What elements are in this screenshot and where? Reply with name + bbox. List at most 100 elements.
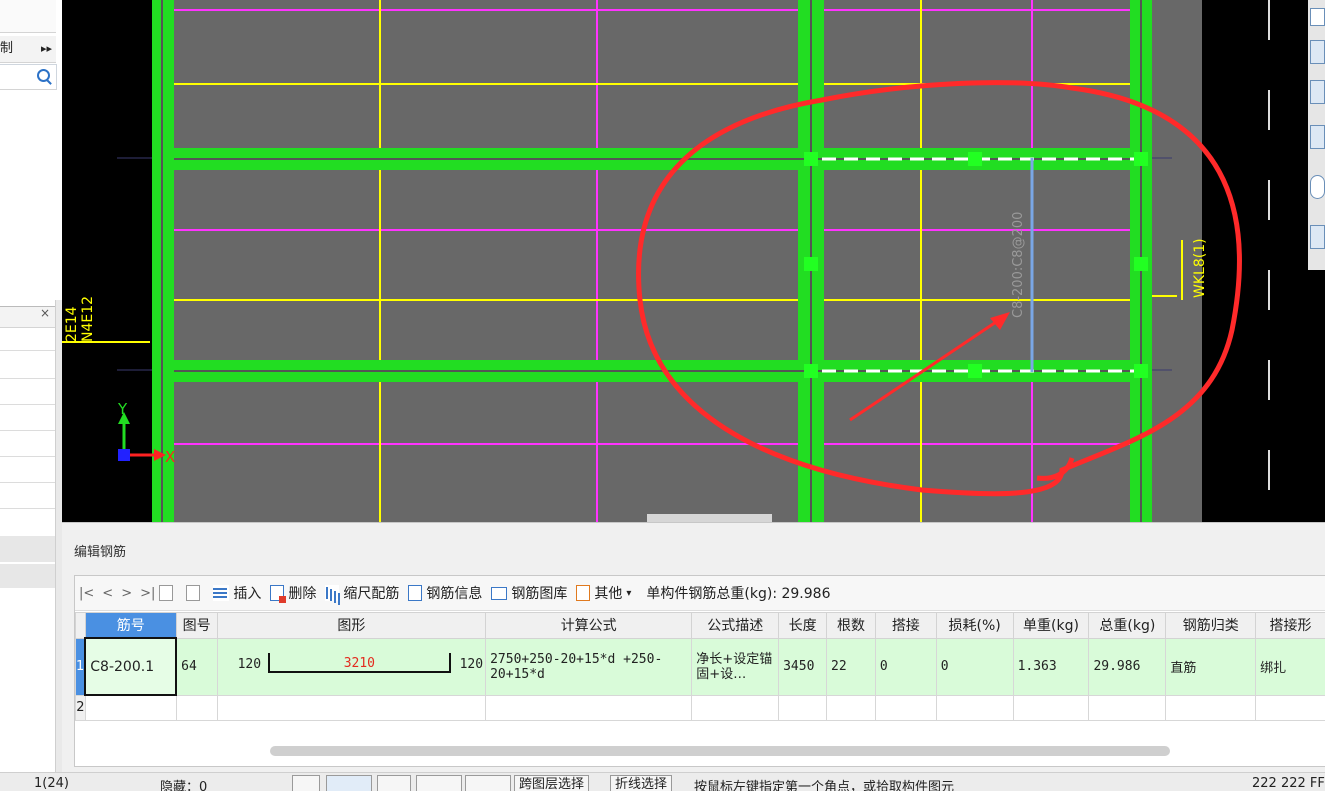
view-tool-icon[interactable] — [1310, 80, 1325, 104]
delete-icon — [270, 585, 284, 601]
rebar-info-button[interactable]: 钢筋信息 — [408, 583, 482, 603]
table-cell[interactable] — [217, 695, 486, 721]
axis-y-label: Y — [117, 400, 128, 418]
left-panel-tab-label: 制 — [0, 41, 13, 56]
column-header[interactable]: 图形 — [217, 613, 486, 639]
count-cell[interactable]: 22 — [827, 638, 876, 695]
column-header[interactable]: 损耗(%) — [936, 613, 1013, 639]
table-row[interactable]: 2 — [76, 695, 1325, 721]
table-cell[interactable] — [1256, 695, 1325, 721]
view-tool-icon[interactable] — [1310, 175, 1325, 199]
column-header[interactable]: 筋号 — [85, 613, 176, 639]
shape-right-hook[interactable]: 120 — [460, 657, 483, 672]
table-cell[interactable] — [827, 695, 876, 721]
ortho-toggle-button[interactable] — [292, 775, 320, 791]
axis-x-label: X — [165, 448, 175, 466]
rebar-info-label: 钢筋信息 — [426, 583, 482, 603]
delete-button[interactable]: 删除 — [270, 583, 316, 603]
select-layer-button[interactable]: 跨图层选择 — [514, 775, 589, 791]
left-panel: 制 ▸▸ × — [0, 0, 63, 772]
view-tool-icon[interactable] — [1310, 125, 1325, 149]
description-cell[interactable]: 净长+设定锚固+设… — [692, 638, 779, 695]
shape-cell[interactable]: 120 3210 120 — [217, 638, 486, 695]
shape-left-hook[interactable]: 120 — [238, 657, 261, 672]
scale-rebar-label: 缩尺配筋 — [343, 583, 399, 603]
table-cell[interactable] — [779, 695, 827, 721]
add-toggle-button[interactable] — [465, 775, 511, 791]
column-header[interactable]: 长度 — [779, 613, 827, 639]
row-number[interactable]: 2 — [76, 695, 86, 721]
other-dropdown[interactable]: 其他▾ — [576, 583, 631, 603]
bar-id-cell[interactable]: C8-200.1 — [85, 638, 176, 695]
column-header[interactable]: 计算公式 — [486, 613, 692, 639]
move-down-button[interactable] — [186, 585, 204, 601]
lap-type-cell[interactable]: 绑扎 — [1256, 638, 1325, 695]
shape-length[interactable]: 3210 — [270, 656, 450, 671]
column-header[interactable]: 公式描述 — [692, 613, 779, 639]
figure-no-cell[interactable]: 64 — [176, 638, 217, 695]
table-cell[interactable] — [692, 695, 779, 721]
column-header[interactable]: 总重(kg) — [1089, 613, 1166, 639]
nav-first-button[interactable]: |< — [79, 586, 94, 601]
column-header[interactable]: 图号 — [176, 613, 217, 639]
bar-id-cell[interactable] — [85, 695, 176, 721]
table-cell[interactable] — [486, 695, 692, 721]
table-cell[interactable] — [1013, 695, 1089, 721]
move-up-button[interactable] — [159, 585, 177, 601]
nav-prev-button[interactable]: < — [102, 586, 113, 601]
cross-toggle-button[interactable] — [377, 775, 411, 791]
table-cell[interactable] — [936, 695, 1013, 721]
edit-rebar-panel: 编辑钢筋 |< < > >| 插入 删除 缩尺配筋 钢筋信息 钢筋图库 其他▾ … — [62, 522, 1325, 773]
divider — [0, 378, 56, 379]
column-header[interactable]: 单重(kg) — [1013, 613, 1089, 639]
unit-weight-cell[interactable]: 1.363 — [1013, 638, 1089, 695]
search-icon[interactable] — [37, 69, 50, 82]
chevron-down-icon: ▾ — [626, 588, 631, 599]
rebar-shape-figure: 3210 — [268, 653, 452, 673]
scale-rebar-button[interactable]: 缩尺配筋 — [325, 583, 399, 603]
column-header[interactable]: 搭接 — [875, 613, 936, 639]
polyline-select-button[interactable]: 折线选择 — [610, 775, 672, 791]
table-cell[interactable] — [875, 695, 936, 721]
table-cell[interactable] — [1166, 695, 1256, 721]
nav-last-button[interactable]: >| — [140, 586, 155, 601]
divider — [0, 404, 56, 405]
check-toggle-button[interactable] — [416, 775, 462, 791]
total-weight-cell[interactable]: 29.986 — [1089, 638, 1166, 695]
splitter-handle[interactable] — [647, 514, 772, 522]
close-icon[interactable]: × — [40, 306, 50, 320]
table-cell[interactable] — [1089, 695, 1166, 721]
expand-arrows-icon[interactable]: ▸▸ — [41, 36, 52, 62]
document-icon — [408, 585, 422, 601]
search-input[interactable] — [0, 64, 57, 90]
table-row[interactable]: 1 C8-200.1 64 120 3210 120 2750+250-20+1… — [76, 638, 1325, 695]
divider — [0, 456, 56, 457]
divider — [0, 350, 56, 351]
column-header[interactable]: 根数 — [827, 613, 876, 639]
column-header[interactable]: 钢筋归类 — [1166, 613, 1256, 639]
view-tool-icon[interactable] — [1310, 40, 1325, 64]
formula-cell[interactable]: 2750+250-20+15*d +250-20+15*d — [486, 638, 692, 695]
table-header-row: 筋号 图号 图形 计算公式 公式描述 长度 根数 搭接 损耗(%) 单重(kg)… — [76, 613, 1325, 639]
beam-label: WKL8(1) — [1192, 238, 1208, 298]
loss-cell[interactable]: 0 — [936, 638, 1013, 695]
category-cell[interactable]: 直筋 — [1166, 638, 1256, 695]
lap-cell[interactable]: 0 — [875, 638, 936, 695]
length-cell[interactable]: 3450 — [779, 638, 827, 695]
insert-button[interactable]: 插入 — [213, 583, 261, 603]
cad-canvas[interactable]: C8-200:C8@200 WKL8(1) 2E14 N4E12 Y X — [62, 0, 1325, 522]
row-number[interactable]: 1 — [76, 638, 86, 695]
coordinates-readout: 222 222 FF — [1252, 776, 1325, 791]
left-label-1: 2E14 — [64, 306, 80, 342]
rebar-library-button[interactable]: 钢筋图库 — [491, 583, 567, 603]
library-icon — [491, 587, 507, 600]
column-header[interactable]: 搭接形 — [1256, 613, 1325, 639]
property-row — [0, 536, 56, 562]
drawing-area[interactable]: C8-200:C8@200 WKL8(1) 2E14 N4E12 Y X — [62, 0, 1325, 522]
nav-next-button[interactable]: > — [121, 586, 132, 601]
snap-dropdown-button[interactable] — [326, 775, 372, 791]
view-tool-icon[interactable] — [1310, 8, 1325, 26]
view-tool-icon[interactable] — [1310, 225, 1325, 249]
table-cell[interactable] — [176, 695, 217, 721]
horizontal-scrollbar[interactable] — [270, 746, 1170, 756]
